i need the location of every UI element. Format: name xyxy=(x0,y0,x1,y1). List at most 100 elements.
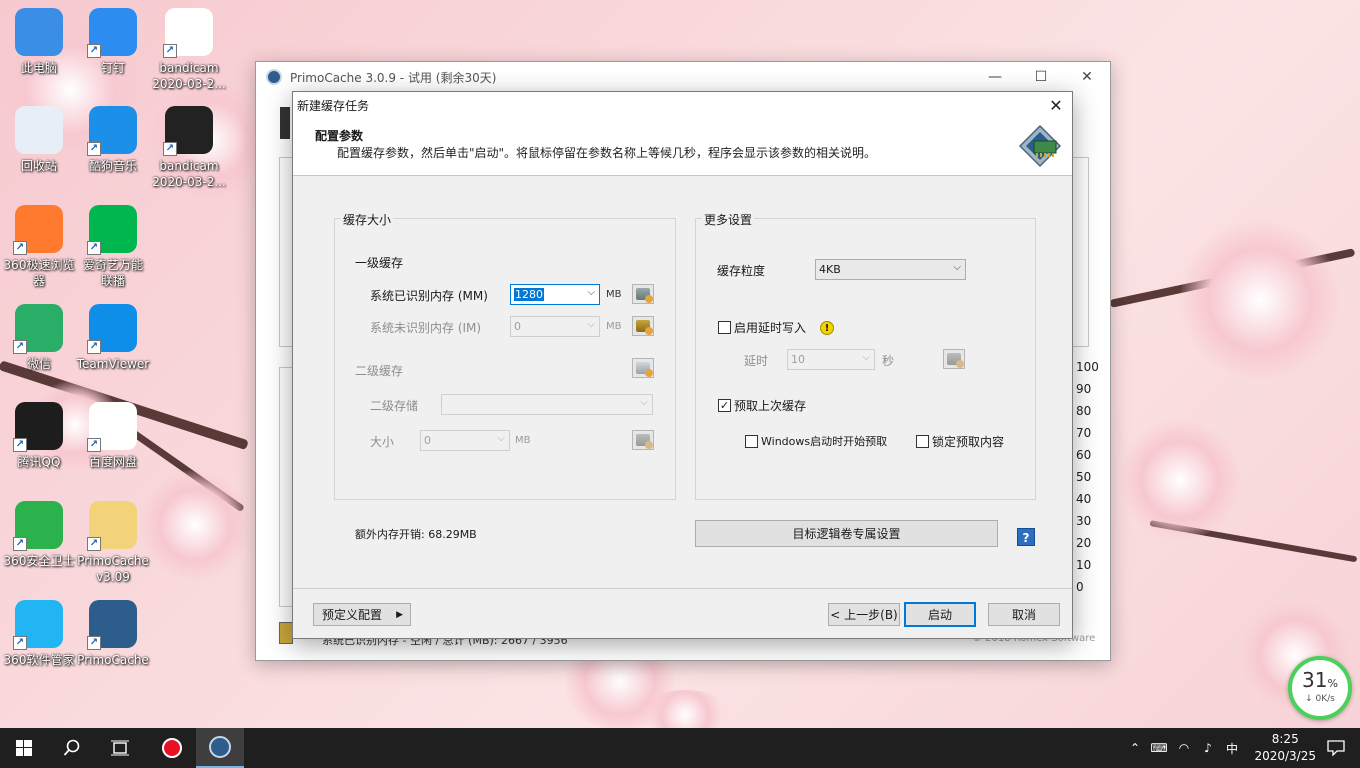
disk-icon xyxy=(636,288,653,303)
target-volume-settings-button[interactable]: 目标逻辑卷专属设置 xyxy=(695,520,998,547)
shortcut-arrow-icon: ↗ xyxy=(87,537,101,551)
shortcut-arrow-icon: ↗ xyxy=(13,537,27,551)
granularity-combo[interactable]: 4KB ⌵ xyxy=(815,259,966,280)
lock-prefetch-box[interactable] xyxy=(916,435,929,448)
chevron-down-icon: ⌵ xyxy=(497,433,505,444)
input-method-indicator[interactable]: 中 xyxy=(1220,740,1244,757)
recycle-bin-icon xyxy=(15,106,63,154)
mm-size-value: 1280 xyxy=(514,288,544,301)
preset-config-label: 预定义配置 xyxy=(322,608,383,622)
360-software-icon: ↗ xyxy=(13,600,63,650)
defer-write-box[interactable] xyxy=(718,321,731,334)
desktop-icon[interactable]: ↗ 360安全卫士 xyxy=(0,501,78,569)
desktop-icon[interactable]: ↗ TeamViewer xyxy=(74,304,152,372)
desktop-icon[interactable]: ↗ PrimoCache v3.09 xyxy=(74,501,152,585)
search-icon xyxy=(63,739,80,756)
mm-label: 系统已识别内存 (MM) xyxy=(370,289,488,303)
system-tray: ⌃ ⌨ ◠ ♪ 中 xyxy=(1124,728,1244,768)
close-button[interactable]: ✕ xyxy=(1064,62,1110,92)
mp4-file-icon: ↗ xyxy=(163,8,213,58)
desktop-icon[interactable]: ↗ bandicam 2020-03-2... xyxy=(150,106,228,190)
delay-disk-button[interactable] xyxy=(943,349,965,369)
minimize-button[interactable]: — xyxy=(972,62,1018,92)
folder-icon: ↗ xyxy=(87,501,137,551)
taskbar: ⌃ ⌨ ◠ ♪ 中 8:25 2020/3/25 xyxy=(0,728,1360,768)
touch-keyboard-icon[interactable]: ⌨ xyxy=(1146,741,1172,755)
desktop-icon[interactable]: ↗ 微信 xyxy=(0,304,78,372)
chevron-down-icon: ⌵ xyxy=(587,319,595,330)
l2-size-combo[interactable]: 0 ⌵ xyxy=(420,430,510,451)
shortcut-arrow-icon: ↗ xyxy=(13,636,27,650)
desktop-icon[interactable]: 回收站 xyxy=(0,106,78,174)
desktop-icon[interactable]: ↗ 腾讯QQ xyxy=(0,402,78,470)
computer-icon xyxy=(15,8,63,56)
chevron-up-icon[interactable]: ⌃ xyxy=(1124,741,1146,755)
disk-icon xyxy=(636,434,653,449)
dialog-close-button[interactable]: ✕ xyxy=(1040,92,1072,118)
add-disk-icon xyxy=(636,362,653,377)
desktop-icon-label: 酷狗音乐 xyxy=(88,159,137,173)
speed-percent-unit: % xyxy=(1327,677,1338,690)
chart-scale: 100 90 80 70 60 50 40 30 20 10 0 xyxy=(1076,360,1099,602)
primocache-taskbar-button[interactable] xyxy=(196,728,244,768)
preset-config-button[interactable]: 预定义配置 ▶ xyxy=(313,603,411,626)
prefetch-checkbox[interactable]: ✓ 预取上次缓存 xyxy=(718,397,806,414)
more-settings-group-title: 更多设置 xyxy=(702,211,755,228)
cache-size-group-title: 缓存大小 xyxy=(341,211,394,228)
prefetch-box[interactable]: ✓ xyxy=(718,399,731,412)
im-size-combo[interactable]: 0 ⌵ xyxy=(510,316,600,337)
search-button[interactable] xyxy=(48,728,96,768)
desktop-icon[interactable]: ↗ 百度网盘 xyxy=(74,402,152,470)
task-view-button[interactable] xyxy=(96,728,144,768)
desktop-icon[interactable]: ↗ 爱奇艺万能 联播 xyxy=(74,205,152,289)
l2-size-value: 0 xyxy=(424,434,431,447)
network-icon[interactable]: ◠ xyxy=(1172,741,1196,755)
windows-start-button[interactable] xyxy=(0,728,48,768)
windows-start-checkbox[interactable]: Windows启动时开始预取 xyxy=(745,433,887,449)
shortcut-arrow-icon: ↗ xyxy=(87,636,101,650)
arrow-right-icon: ▶ xyxy=(396,609,403,620)
windows-start-box[interactable] xyxy=(745,434,758,448)
desktop-icon[interactable]: ↗ 360软件管家 xyxy=(0,600,78,668)
l2-add-button[interactable] xyxy=(632,358,654,378)
volume-icon[interactable]: ♪ xyxy=(1196,741,1220,755)
prefetch-label: 预取上次缓存 xyxy=(734,399,807,413)
delay-combo[interactable]: 10 ⌵ xyxy=(787,349,875,370)
im-settings-button[interactable] xyxy=(632,316,654,336)
maximize-button[interactable]: ☐ xyxy=(1018,62,1064,92)
mm-disk-button[interactable] xyxy=(632,284,654,304)
l2-disk-button[interactable] xyxy=(632,430,654,450)
new-cache-task-dialog[interactable]: 新建缓存任务 ✕ 配置参数 配置缓存参数，然后单击"启动"。将鼠标停留在参数名称… xyxy=(292,91,1073,639)
clock-time: 8:25 xyxy=(1271,732,1299,746)
network-speed-widget[interactable]: 31% ↓ 0K/s xyxy=(1288,656,1352,720)
shortcut-arrow-icon: ↗ xyxy=(13,241,27,255)
delay-value: 10 xyxy=(791,353,805,366)
taskbar-clock[interactable]: 8:25 2020/3/25 xyxy=(1254,731,1316,765)
back-button[interactable]: < 上一步(B) xyxy=(828,603,900,626)
desktop-icon[interactable]: ↗ 酷狗音乐 xyxy=(74,106,152,174)
help-icon[interactable]: ? xyxy=(1017,528,1035,546)
mm-size-combo[interactable]: 1280 ⌵ xyxy=(510,284,600,305)
l2-size-unit: MB xyxy=(515,435,531,446)
header-description: 配置缓存参数，然后单击"启动"。将鼠标停留在参数名称上等候几秒，程序会显示该参数… xyxy=(337,146,877,160)
desktop-icon-label: 钉钉 xyxy=(100,61,125,75)
desktop-icon[interactable]: ↗ bandicam 2020-03-2... xyxy=(150,8,228,92)
desktop-icon[interactable]: ↗ PrimoCache xyxy=(74,600,152,668)
desktop-icon[interactable]: ↗ 360极速浏览 器 xyxy=(0,205,78,289)
desktop-icon[interactable]: 此电脑 xyxy=(0,8,78,76)
cancel-button[interactable]: 取消 xyxy=(988,603,1060,626)
l2-storage-label: 二级存储 xyxy=(370,399,419,413)
bandicam-taskbar-button[interactable] xyxy=(148,728,196,768)
l2-storage-combo[interactable]: ⌵ xyxy=(441,394,653,415)
qq-icon: ↗ xyxy=(13,402,63,452)
desktop-icon-label: 回收站 xyxy=(20,159,57,173)
shortcut-arrow-icon: ↗ xyxy=(87,241,101,255)
dialog-title-bar[interactable]: 新建缓存任务 ✕ xyxy=(293,92,1072,118)
lock-prefetch-checkbox[interactable]: 锁定预取内容 xyxy=(916,433,1004,450)
defer-write-checkbox[interactable]: 启用延时写入 ! xyxy=(718,319,835,336)
start-button[interactable]: 启动 xyxy=(904,602,976,627)
main-toolbar-icon xyxy=(280,107,290,139)
notification-center-button[interactable] xyxy=(1312,728,1360,768)
desktop-icon[interactable]: ↗ 钉钉 xyxy=(74,8,152,76)
lock-prefetch-label: 锁定预取内容 xyxy=(932,435,1005,449)
